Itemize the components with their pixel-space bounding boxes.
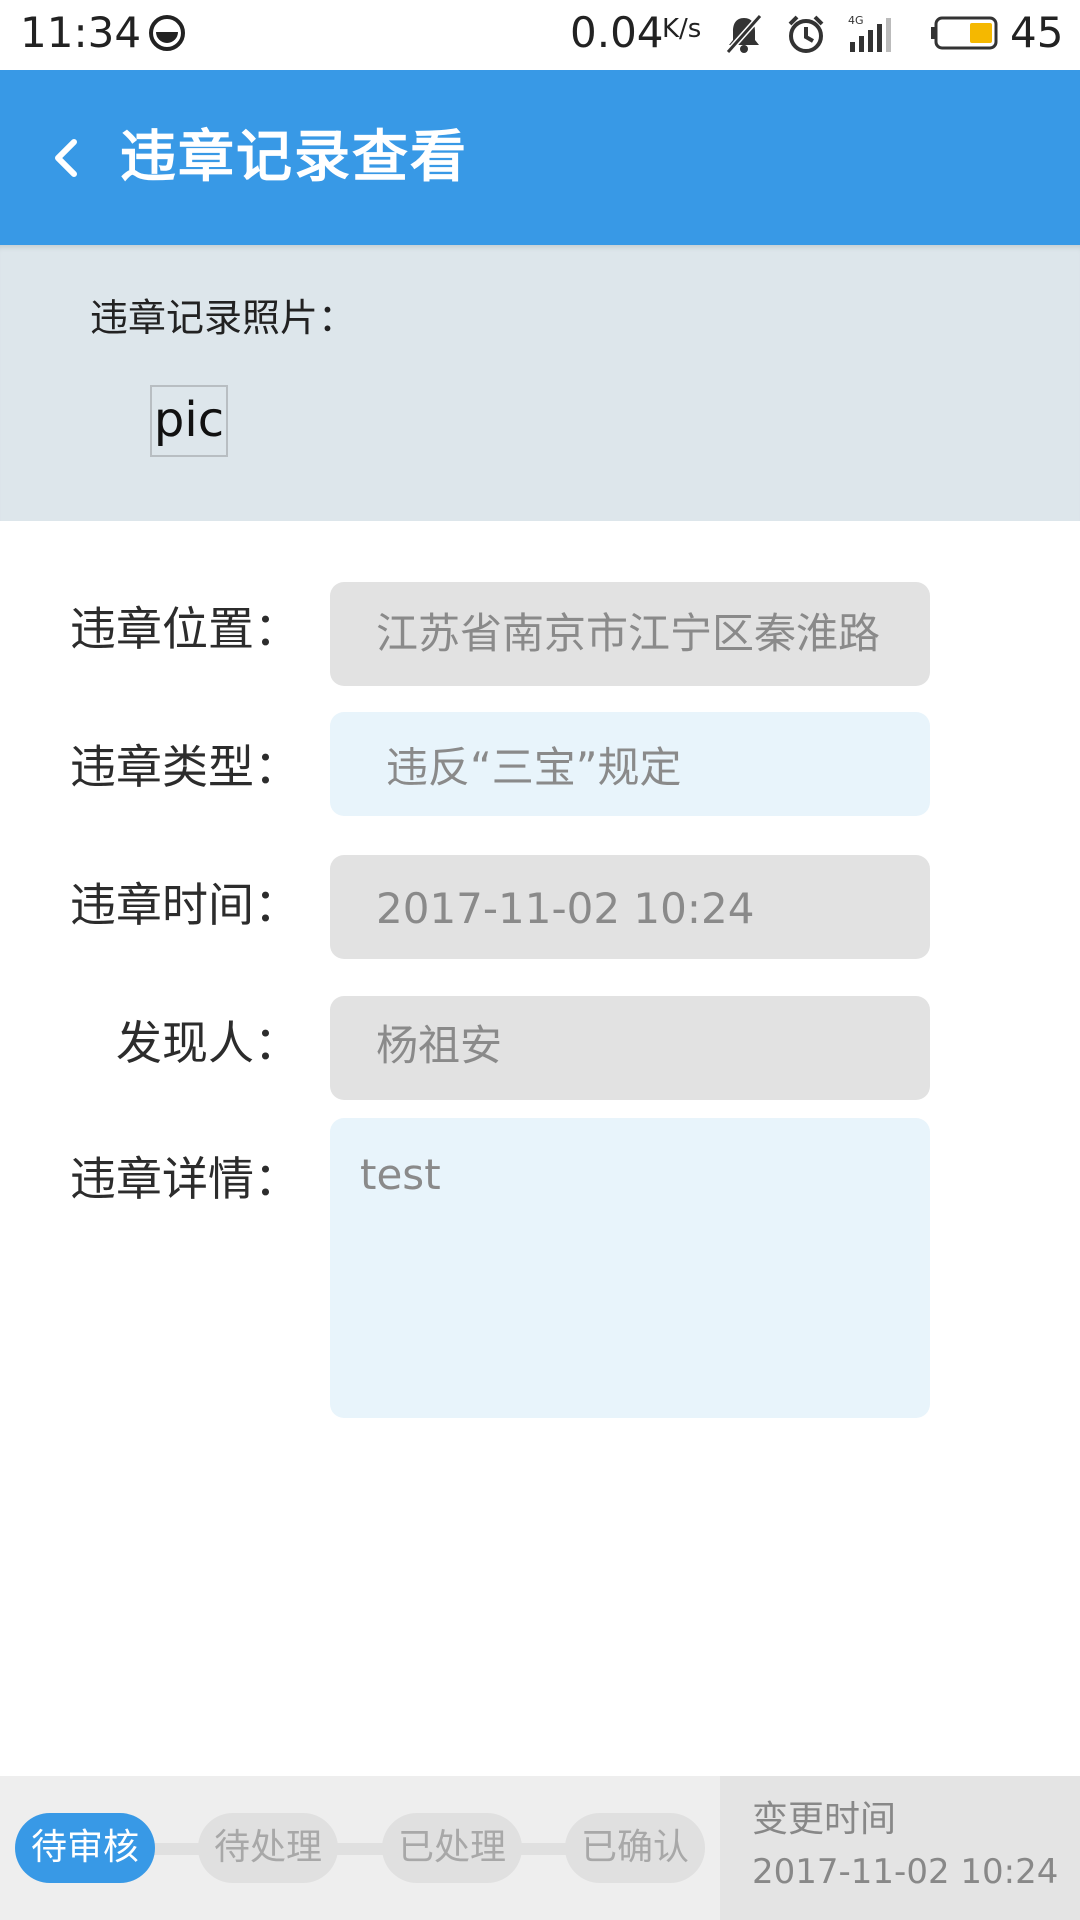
change-time-panel: 变更时间 2017-11-02 10:24 (720, 1776, 1080, 1920)
finder-field[interactable]: 杨祖安 (330, 996, 930, 1100)
step-pending-review[interactable]: 待审核 (15, 1813, 155, 1883)
status-bar: 11:34 0.04 K/s 4G 45 (0, 0, 1080, 70)
time-label: 违章时间： (70, 878, 300, 932)
signal-icon: 4G (846, 12, 891, 56)
battery-level: 45 (1010, 8, 1064, 57)
back-button[interactable] (40, 128, 100, 188)
network-speed-unit: K/s (662, 14, 702, 44)
photo-label: 违章记录照片： (90, 296, 357, 340)
change-time-label: 变更时间 (752, 1799, 897, 1840)
chevron-left-icon (55, 139, 77, 177)
details-label: 违章详情： (70, 1152, 300, 1206)
page-title: 违章记录查看 (120, 125, 468, 190)
type-field[interactable]: 违反“三宝”规定 (330, 712, 930, 816)
step-pending-handling[interactable]: 待处理 (198, 1813, 338, 1883)
mute-icon (722, 12, 766, 56)
network-speed: 0.04 (570, 8, 664, 57)
photo-section: 违章记录照片： pic (0, 245, 1080, 521)
finder-label: 发现人： (116, 1016, 300, 1070)
location-label: 违章位置： (70, 602, 300, 656)
time-field[interactable]: 2017-11-02 10:24 (330, 855, 930, 959)
location-field[interactable]: 江苏省南京市江宁区秦淮路 (330, 582, 930, 686)
app-notification-icon (148, 14, 186, 52)
type-label: 违章类型： (70, 740, 300, 794)
battery-icon (930, 16, 1000, 50)
step-confirmed[interactable]: 已确认 (565, 1813, 705, 1883)
step-handled[interactable]: 已处理 (382, 1813, 522, 1883)
violation-photo[interactable]: pic (150, 385, 228, 457)
change-time-value: 2017-11-02 10:24 (752, 1852, 1059, 1892)
network-type: 4G (848, 14, 864, 27)
workflow-bar: 待审核 待处理 已处理 已确认 变更时间 2017-11-02 10:24 (0, 1776, 1080, 1920)
details-textarea[interactable]: test (330, 1118, 930, 1418)
status-time: 11:34 (20, 8, 142, 57)
alarm-icon (784, 12, 828, 56)
app-bar: 违章记录查看 (0, 70, 1080, 245)
workflow-track (80, 1843, 640, 1855)
